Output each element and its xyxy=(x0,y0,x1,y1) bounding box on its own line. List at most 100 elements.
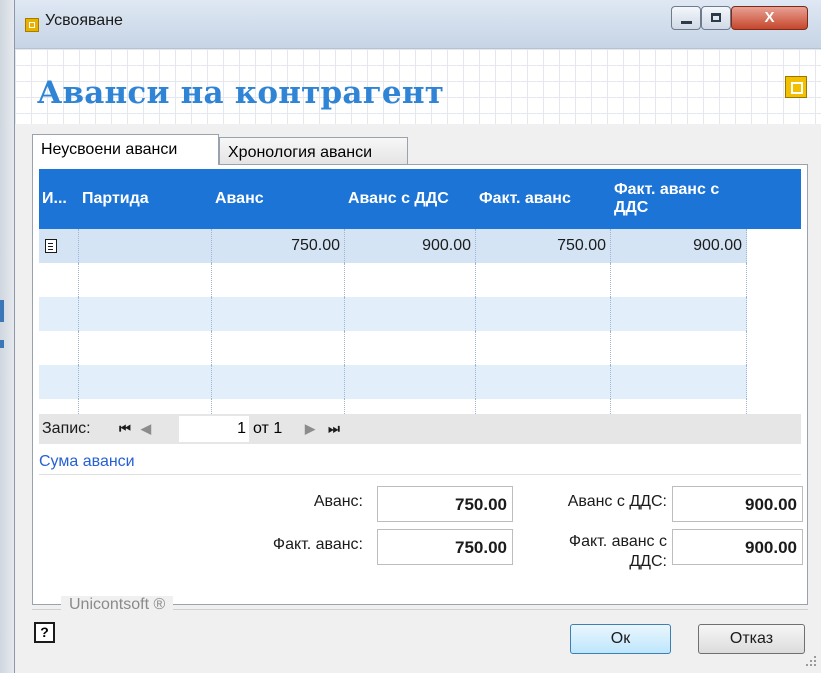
grip-dot xyxy=(814,656,816,658)
summary-section-link[interactable]: Сума аванси xyxy=(39,453,135,471)
empty-cell xyxy=(79,331,212,365)
fakt-avans-dds-label: Факт. аванс с ДДС: xyxy=(523,532,667,572)
grid-header: И... Партида Аванс Аванс с ДДС Факт. ава… xyxy=(39,169,801,229)
dialog-window: Усвояване X Аванси на контрагент Неусвое… xyxy=(14,0,821,673)
background-mark xyxy=(0,340,4,348)
title-bar[interactable]: Усвояване X xyxy=(15,0,821,49)
empty-cell xyxy=(747,263,801,297)
next-record-button[interactable]: ▶ xyxy=(301,420,319,438)
empty-cell xyxy=(747,399,801,414)
empty-cell xyxy=(476,365,611,399)
page-title: Аванси на контрагент xyxy=(37,75,445,111)
empty-cell xyxy=(79,399,212,414)
grip-dot xyxy=(814,660,816,662)
column-header-partida[interactable]: Партида xyxy=(79,169,212,229)
avans-label: Аванс: xyxy=(313,493,363,510)
empty-cell xyxy=(747,297,801,331)
window-title: Усвояване xyxy=(45,12,123,29)
empty-row xyxy=(39,297,801,331)
brand-logo-icon xyxy=(785,76,807,98)
column-header-icon[interactable]: И... xyxy=(39,169,79,229)
fakt-avans-total-field: 750.00 xyxy=(377,529,513,565)
column-header-avans[interactable]: Аванс xyxy=(212,169,345,229)
empty-cell xyxy=(747,331,801,365)
close-button[interactable]: X xyxy=(731,6,808,30)
fakt-avans-dds-label-line2: ДДС: xyxy=(629,553,667,570)
empty-cell xyxy=(611,297,747,331)
grip-dot xyxy=(806,664,808,666)
empty-cell xyxy=(212,399,345,414)
empty-cell xyxy=(611,365,747,399)
help-button[interactable]: ? xyxy=(34,622,55,643)
empty-cell xyxy=(345,399,476,414)
avans-total-field: 750.00 xyxy=(377,486,513,522)
empty-cell xyxy=(212,365,345,399)
empty-cell xyxy=(39,263,79,297)
minimize-button[interactable] xyxy=(671,6,701,30)
empty-cell xyxy=(611,399,747,414)
last-record-button[interactable]: ⏭ xyxy=(323,420,345,438)
form-header: Аванси на контрагент xyxy=(15,49,821,124)
cancel-button[interactable]: Отказ xyxy=(698,624,805,654)
empty-cell xyxy=(476,263,611,297)
empty-cell xyxy=(212,263,345,297)
empty-cell xyxy=(79,297,212,331)
empty-cell xyxy=(345,365,476,399)
advances-grid: И... Партида Аванс Аванс с ДДС Факт. ава… xyxy=(39,169,801,414)
record-navigator: Запис: ⏮ ◀ 1 от 1 ▶ ⏭ xyxy=(39,414,801,444)
empty-cell xyxy=(611,331,747,365)
resize-grip-icon[interactable] xyxy=(805,655,817,667)
ok-button[interactable]: Ок xyxy=(570,624,671,654)
empty-cell xyxy=(39,365,79,399)
empty-cell xyxy=(747,365,801,399)
minimize-icon xyxy=(681,21,692,24)
current-record-input[interactable]: 1 xyxy=(179,416,249,442)
grip-dot xyxy=(810,660,812,662)
table-row[interactable]: 750.00 900.00 750.00 900.00 xyxy=(39,229,801,263)
tab-unabsorbed-advances[interactable]: Неусвоени аванси xyxy=(32,134,219,165)
empty-cell xyxy=(476,297,611,331)
grip-dot xyxy=(810,664,812,666)
empty-row xyxy=(39,365,801,399)
first-record-button[interactable]: ⏮ xyxy=(115,420,135,438)
background-window-edge xyxy=(0,0,14,673)
avans-dds-total-field: 900.00 xyxy=(672,486,803,522)
previous-record-button[interactable]: ◀ xyxy=(137,420,155,438)
empty-cell xyxy=(747,229,801,263)
app-icon xyxy=(25,18,39,32)
empty-cell xyxy=(345,331,476,365)
empty-row xyxy=(39,399,801,414)
cell-partida[interactable] xyxy=(79,229,212,263)
empty-cell xyxy=(39,331,79,365)
empty-cell xyxy=(476,399,611,414)
maximize-button[interactable] xyxy=(701,6,731,30)
empty-cell xyxy=(212,331,345,365)
cell-avans-dds[interactable]: 900.00 xyxy=(345,229,476,263)
empty-row xyxy=(39,331,801,365)
background-mark xyxy=(0,300,4,322)
brand-label: Unicontsoft ® xyxy=(61,596,174,614)
cell-fakt-avans[interactable]: 750.00 xyxy=(476,229,611,263)
empty-cell xyxy=(79,365,212,399)
empty-cell xyxy=(345,297,476,331)
empty-cell xyxy=(212,297,345,331)
record-label: Запис: xyxy=(42,420,91,437)
column-header-fakt-avans-dds[interactable]: Факт. аванс с ДДС xyxy=(611,169,747,229)
tab-advances-history[interactable]: Хронология аванси xyxy=(219,137,408,167)
grip-dot xyxy=(814,664,816,666)
column-header-avans-dds[interactable]: Аванс с ДДС xyxy=(345,169,476,229)
summary-divider xyxy=(39,474,801,475)
empty-cell xyxy=(39,297,79,331)
fakt-avans-dds-total-field: 900.00 xyxy=(672,529,803,565)
fakt-avans-dds-label-line1: Факт. аванс с xyxy=(568,533,667,550)
empty-row xyxy=(39,263,801,297)
empty-cell xyxy=(476,331,611,365)
row-icon-cell[interactable] xyxy=(39,229,79,263)
cell-fakt-avans-dds[interactable]: 900.00 xyxy=(611,229,747,263)
empty-cell xyxy=(345,263,476,297)
fakt-avans-label: Факт. аванс: xyxy=(272,536,363,553)
column-header-fakt-avans[interactable]: Факт. аванс xyxy=(476,169,611,229)
cell-avans[interactable]: 750.00 xyxy=(212,229,345,263)
record-count: от 1 xyxy=(253,420,283,437)
empty-cell xyxy=(39,399,79,414)
